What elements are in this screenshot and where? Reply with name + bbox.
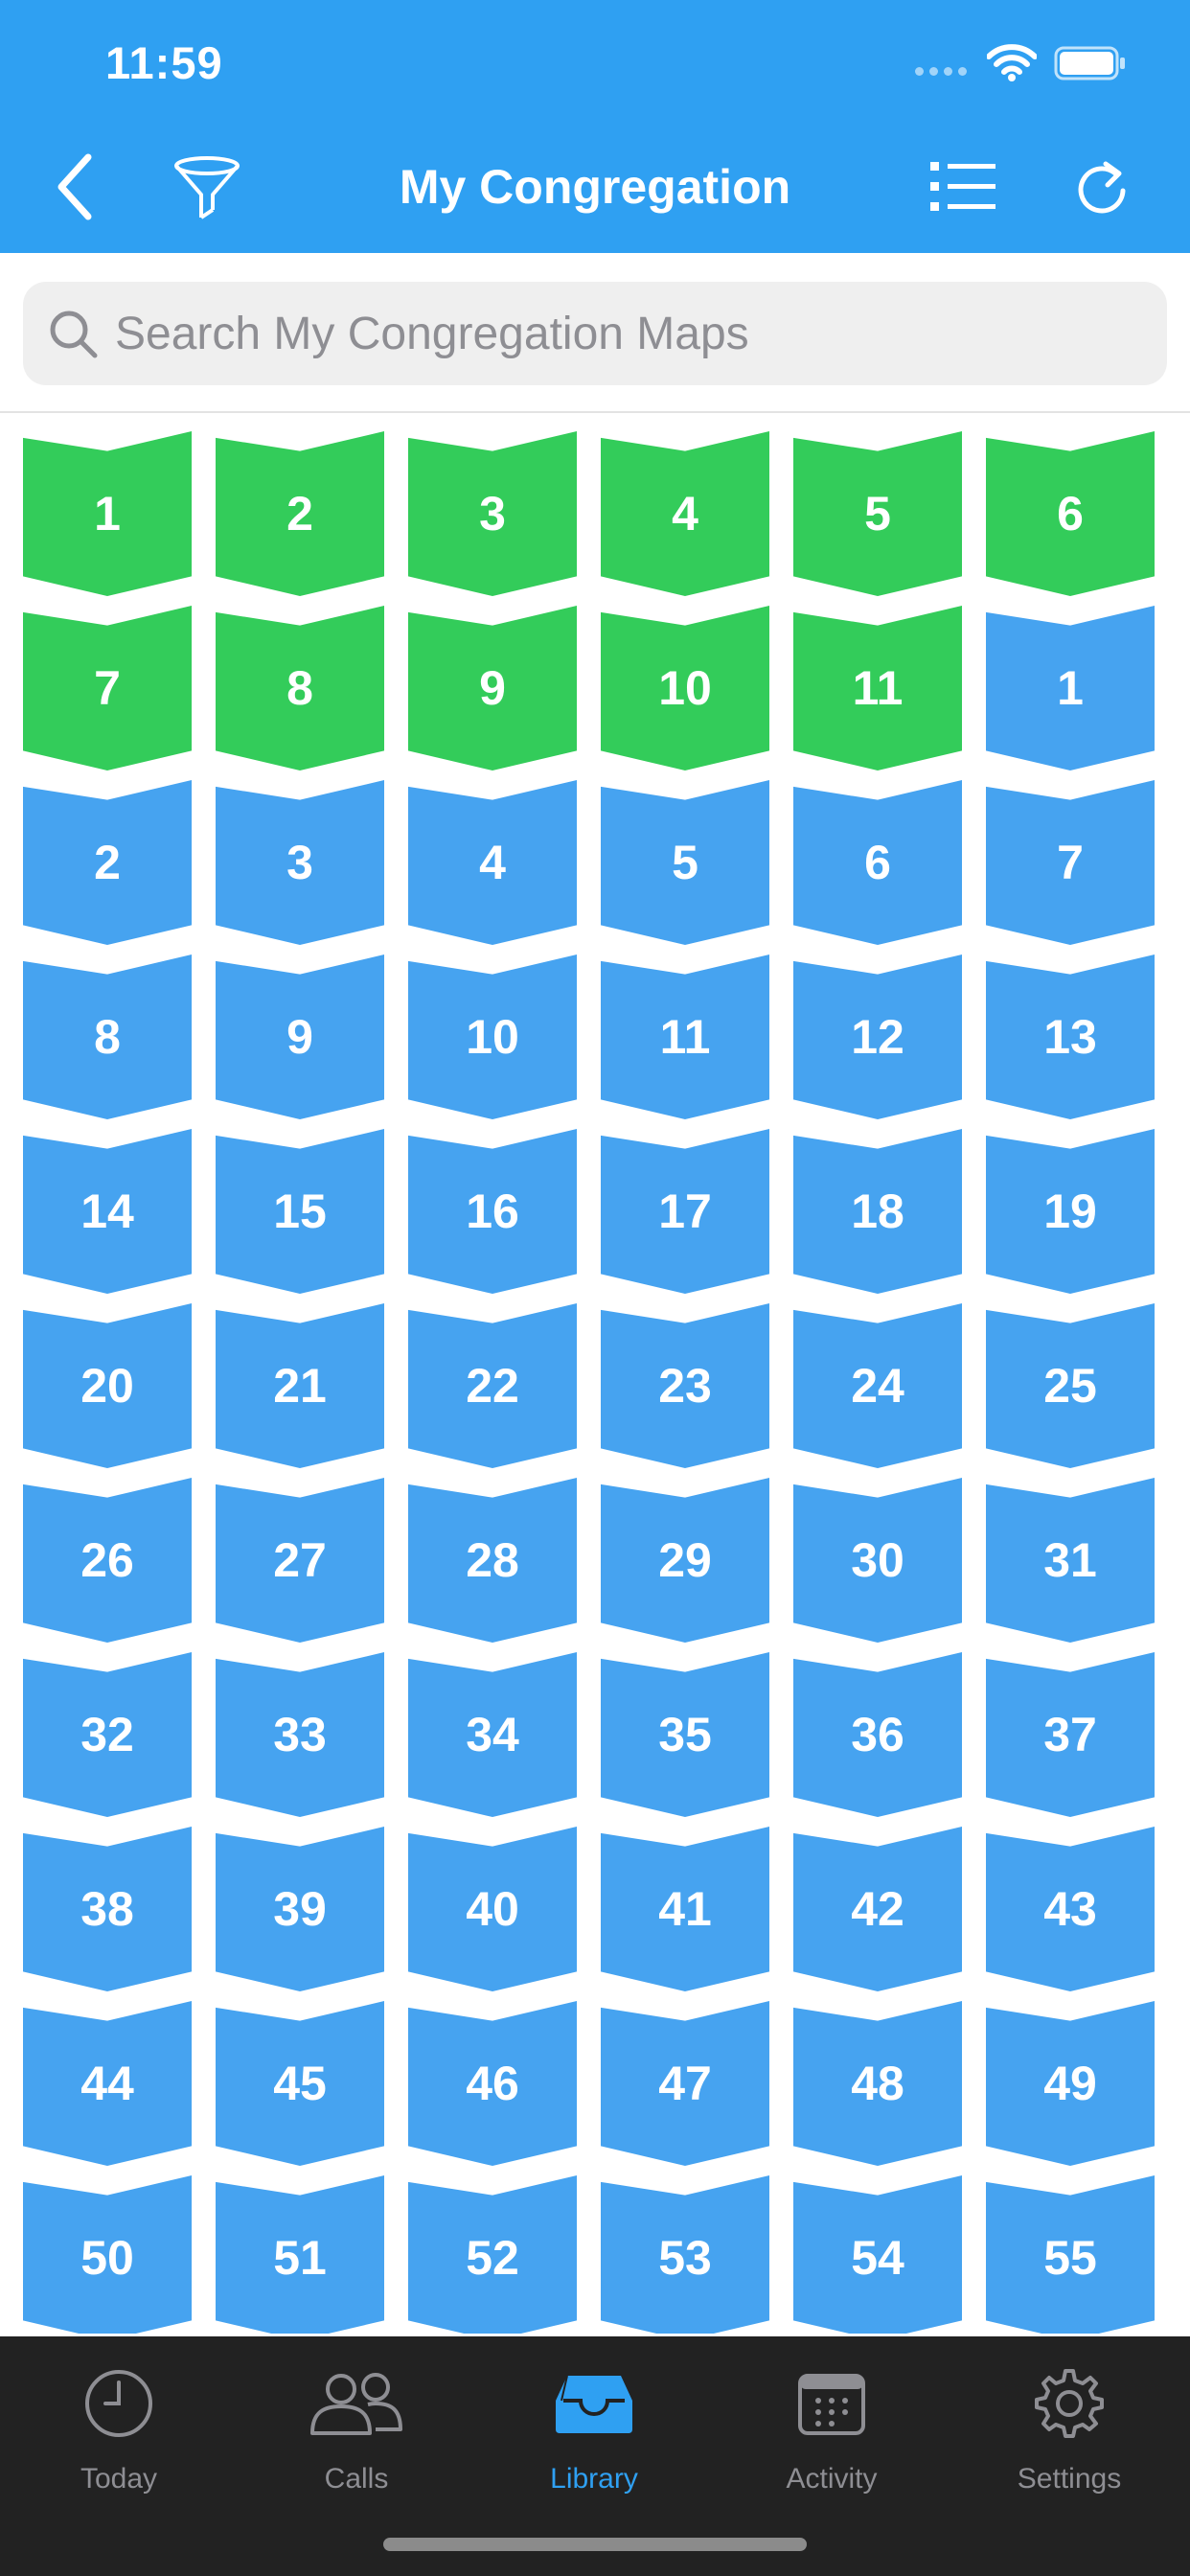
map-tile-green[interactable]: 8 [216, 606, 384, 770]
map-tile-blue[interactable]: 37 [986, 1652, 1155, 1817]
map-tile-blue[interactable]: 52 [408, 2175, 577, 2334]
map-tile-blue[interactable]: 9 [216, 954, 384, 1119]
map-tile-green[interactable]: 6 [986, 431, 1155, 596]
map-tile-blue[interactable]: 42 [793, 1827, 962, 1991]
tab-activity[interactable]: Activity [736, 2356, 927, 2518]
map-tile-green[interactable]: 4 [601, 431, 769, 596]
wifi-icon [986, 43, 1038, 86]
map-tile-blue[interactable]: 21 [216, 1303, 384, 1468]
map-tile-blue[interactable]: 2 [23, 780, 192, 945]
map-tile-blue[interactable]: 18 [793, 1129, 962, 1294]
tab-library[interactable]: Library [498, 2356, 690, 2518]
map-tile-blue[interactable]: 29 [601, 1478, 769, 1643]
map-tile-blue[interactable]: 54 [793, 2175, 962, 2334]
tab-settings[interactable]: Settings [973, 2356, 1165, 2518]
clock-icon [82, 2356, 155, 2451]
search-icon [44, 305, 102, 362]
map-tile-green[interactable]: 10 [601, 606, 769, 770]
map-tile-blue[interactable]: 8 [23, 954, 192, 1119]
status-time: 11:59 [105, 37, 223, 88]
map-tile-green[interactable]: 3 [408, 431, 577, 596]
map-tile-blue[interactable]: 11 [601, 954, 769, 1119]
page-title: My Congregation [399, 160, 791, 214]
header: 11:59 My Congregation [0, 0, 1190, 253]
map-tile-blue[interactable]: 10 [408, 954, 577, 1119]
map-tile-blue[interactable]: 47 [601, 2001, 769, 2166]
map-tile-blue[interactable]: 46 [408, 2001, 577, 2166]
map-tile-blue[interactable]: 55 [986, 2175, 1155, 2334]
cellular-signal-icon [915, 67, 967, 76]
map-tile-blue[interactable]: 39 [216, 1827, 384, 1991]
map-tile-blue[interactable]: 40 [408, 1827, 577, 1991]
calendar-icon [797, 2356, 866, 2451]
map-tile-blue[interactable]: 49 [986, 2001, 1155, 2166]
map-tile-blue[interactable]: 17 [601, 1129, 769, 1294]
tab-today[interactable]: Today [23, 2356, 215, 2518]
map-tile-blue[interactable]: 25 [986, 1303, 1155, 1468]
map-tile-blue[interactable]: 22 [408, 1303, 577, 1468]
map-tile-blue[interactable]: 36 [793, 1652, 962, 1817]
map-tile-blue[interactable]: 24 [793, 1303, 962, 1468]
map-tile-blue[interactable]: 44 [23, 2001, 192, 2166]
map-tile-blue[interactable]: 35 [601, 1652, 769, 1817]
search-input[interactable] [113, 306, 1152, 361]
map-tile-blue[interactable]: 31 [986, 1478, 1155, 1643]
map-tile-blue[interactable]: 33 [216, 1652, 384, 1817]
map-tile-blue[interactable]: 5 [601, 780, 769, 945]
tab-label: Calls [324, 2463, 389, 2495]
map-tile-blue[interactable]: 50 [23, 2175, 192, 2334]
map-tile-blue[interactable]: 30 [793, 1478, 962, 1643]
tab-label: Library [550, 2463, 638, 2495]
map-tile-blue[interactable]: 23 [601, 1303, 769, 1468]
map-tile-blue[interactable]: 26 [23, 1478, 192, 1643]
map-tile-blue[interactable]: 7 [986, 780, 1155, 945]
map-tile-blue[interactable]: 13 [986, 954, 1155, 1119]
map-tile-green[interactable]: 2 [216, 431, 384, 596]
map-tile-blue[interactable]: 14 [23, 1129, 192, 1294]
map-tile-blue[interactable]: 27 [216, 1478, 384, 1643]
tray-icon [554, 2356, 634, 2451]
map-tile-green[interactable]: 11 [793, 606, 962, 770]
map-tile-blue[interactable]: 48 [793, 2001, 962, 2166]
refresh-icon [1078, 161, 1126, 214]
list-icon [930, 162, 995, 211]
maps-grid: 1 2 3 4 5 6 7 8 9 10 11 1 2 3 4 5 6 7 8 9 10 11 12 13 14 15 16 17 18… [23, 431, 1173, 2334]
map-tile-blue[interactable]: 1 [986, 606, 1155, 770]
map-tile-blue[interactable]: 16 [408, 1129, 577, 1294]
map-tile-blue[interactable]: 4 [408, 780, 577, 945]
tab-label: Today [80, 2463, 158, 2495]
search-bar[interactable] [23, 282, 1167, 385]
map-tile-green[interactable]: 7 [23, 606, 192, 770]
map-tile-blue[interactable]: 41 [601, 1827, 769, 1991]
map-tile-green[interactable]: 5 [793, 431, 962, 596]
map-tile-blue[interactable]: 45 [216, 2001, 384, 2166]
map-tile-blue[interactable]: 15 [216, 1129, 384, 1294]
divider [0, 411, 1190, 413]
map-tile-blue[interactable]: 38 [23, 1827, 192, 1991]
list-view-button[interactable] [915, 149, 1011, 225]
map-tile-blue[interactable]: 6 [793, 780, 962, 945]
map-tile-blue[interactable]: 12 [793, 954, 962, 1119]
map-tile-blue[interactable]: 3 [216, 780, 384, 945]
map-tile-blue[interactable]: 43 [986, 1827, 1155, 1991]
tab-label: Settings [1017, 2463, 1122, 2495]
home-indicator [383, 2538, 807, 2551]
people-icon [309, 2356, 404, 2451]
map-tile-blue[interactable]: 34 [408, 1652, 577, 1817]
map-tile-green[interactable]: 1 [23, 431, 192, 596]
map-tile-blue[interactable]: 19 [986, 1129, 1155, 1294]
map-tile-blue[interactable]: 32 [23, 1652, 192, 1817]
refresh-button[interactable] [1064, 149, 1140, 225]
map-tile-blue[interactable]: 53 [601, 2175, 769, 2334]
gear-icon [1033, 2356, 1106, 2451]
map-tile-blue[interactable]: 28 [408, 1478, 577, 1643]
tab-label: Activity [786, 2463, 878, 2495]
battery-icon [1054, 46, 1127, 85]
map-tile-green[interactable]: 9 [408, 606, 577, 770]
map-tile-blue[interactable]: 51 [216, 2175, 384, 2334]
map-tile-blue[interactable]: 20 [23, 1303, 192, 1468]
tab-calls[interactable]: Calls [261, 2356, 452, 2518]
